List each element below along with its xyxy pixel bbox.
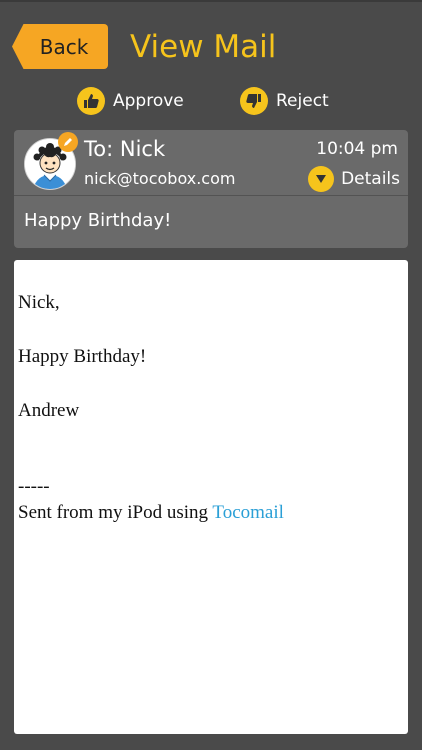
reject-label: Reject (276, 91, 329, 111)
mail-message: Happy Birthday! (18, 346, 147, 367)
signature-separator: ----- (18, 476, 50, 497)
reject-button[interactable]: Reject (240, 86, 329, 116)
mail-body: Nick, Happy Birthday! Andrew ----- Sent … (18, 290, 398, 526)
approve-label: Approve (113, 91, 184, 111)
mail-header-card: To: Nick nick@tocobox.com 10:04 pm Detai… (14, 130, 408, 248)
recipient-name: To: Nick (84, 137, 166, 161)
card-divider (14, 195, 408, 196)
mail-time: 10:04 pm (316, 139, 398, 159)
back-button[interactable]: Back (12, 24, 108, 69)
mail-greeting: Nick, (18, 292, 60, 313)
mail-body-panel[interactable]: Nick, Happy Birthday! Andrew ----- Sent … (14, 260, 408, 734)
chevron-down-icon (308, 166, 335, 192)
mail-subject: Happy Birthday! (24, 210, 172, 231)
footer-text: Sent from my iPod using (18, 502, 213, 523)
details-label: Details (341, 169, 400, 189)
page-title: View Mail (130, 29, 277, 65)
back-button-label: Back (39, 34, 89, 59)
pencil-icon[interactable] (58, 132, 78, 152)
details-button[interactable]: Details (308, 166, 400, 192)
mail-footer: Sent from my iPod using Tocomail (18, 500, 398, 526)
tocomail-link[interactable]: Tocomail (212, 502, 283, 523)
recipient-email: nick@tocobox.com (84, 169, 236, 188)
thumbs-up-icon (77, 87, 105, 115)
mail-signoff: Andrew (18, 400, 80, 421)
approve-button[interactable]: Approve (77, 86, 184, 116)
thumbs-down-icon (240, 87, 268, 115)
top-divider (0, 0, 422, 2)
